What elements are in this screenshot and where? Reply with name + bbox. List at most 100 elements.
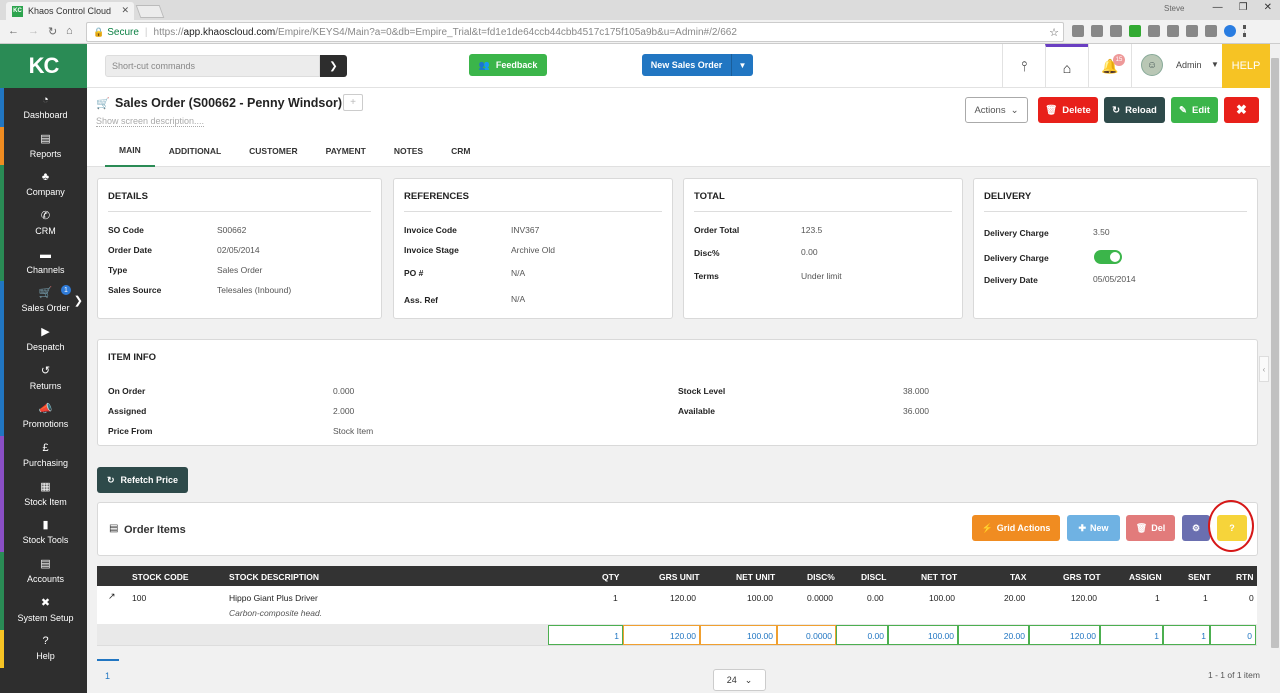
col-sent[interactable]: SENT xyxy=(1188,572,1211,582)
show-description-link[interactable]: Show screen description.... xyxy=(96,116,205,127)
col-net-unit[interactable]: NET UNIT xyxy=(736,572,775,582)
reload-button[interactable]: ↻ Reload xyxy=(1104,97,1165,123)
new-sales-order-button[interactable]: New Sales Order ▼ xyxy=(642,54,753,76)
col-tax[interactable]: TAX xyxy=(1010,572,1026,582)
cell-grs-tot: 120.00 xyxy=(1071,593,1097,603)
caret-down-icon[interactable]: ▼ xyxy=(1211,60,1219,69)
sidebar-item-help[interactable]: ? Help xyxy=(0,629,87,669)
delete-item-button[interactable]: 🗑 Del xyxy=(1126,515,1175,541)
sidebar-item-channels[interactable]: ▬ Channels xyxy=(0,242,87,282)
sidebar-item-system-setup[interactable]: ✖ System Setup xyxy=(0,590,87,630)
grid-settings-button[interactable]: ⚙ xyxy=(1182,515,1210,541)
secure-label: Secure xyxy=(107,26,139,38)
sidebar-item-purchasing[interactable]: £ Purchasing xyxy=(0,436,87,475)
total-tax: 20.00 xyxy=(958,625,1029,645)
browser-tab[interactable]: KC Khaos Control Cloud ✕ xyxy=(6,2,134,20)
notifications-icon[interactable]: 🔔 15 xyxy=(1088,44,1131,88)
restore-icon[interactable]: ❐ xyxy=(1239,2,1248,13)
pager-page-1[interactable]: 1 xyxy=(105,671,110,681)
chevron-down-icon[interactable]: ▼ xyxy=(731,54,753,76)
disc-value: 0.00 xyxy=(801,247,818,257)
help-button[interactable]: HELP xyxy=(1222,44,1270,88)
tab-payment[interactable]: PAYMENT xyxy=(312,135,380,167)
extension-icon[interactable] xyxy=(1110,25,1122,37)
forward-icon[interactable]: → xyxy=(28,25,39,37)
grid-header: STOCK CODE STOCK DESCRIPTION QTY GRS UNI… xyxy=(97,566,1257,586)
avatar[interactable]: ☺ xyxy=(1141,54,1163,76)
warehouse-icon[interactable]: ⌂ xyxy=(1045,44,1088,88)
extension-icon[interactable] xyxy=(1072,25,1084,37)
new-item-button[interactable]: ✚ New xyxy=(1067,515,1120,541)
back-icon[interactable]: ← xyxy=(8,25,19,37)
refresh-icon[interactable]: ↻ xyxy=(48,25,57,38)
scanner-icon[interactable]: ⫯ xyxy=(1002,44,1045,88)
pencil-icon: ✎ xyxy=(1179,104,1187,116)
sidebar-item-sales-order[interactable]: 🛒 Sales Order 1 ❯ xyxy=(0,281,87,321)
tab-notes[interactable]: NOTES xyxy=(380,135,437,167)
col-assign[interactable]: ASSIGN xyxy=(1129,572,1162,582)
bookmark-star-icon[interactable]: ☆ xyxy=(1049,26,1059,39)
side-panel-toggle[interactable]: ‹ xyxy=(1259,356,1269,382)
col-grs-unit[interactable]: GRS UNIT xyxy=(659,572,700,582)
add-favourite-button[interactable]: + xyxy=(343,94,363,111)
edit-button[interactable]: ✎ Edit xyxy=(1171,97,1218,123)
col-stock-description[interactable]: STOCK DESCRIPTION xyxy=(229,572,319,582)
extension-icon[interactable] xyxy=(1167,25,1179,37)
tab-crm[interactable]: CRM xyxy=(437,135,484,167)
col-rtn[interactable]: RTN xyxy=(1236,572,1253,582)
tab-customer[interactable]: CUSTOMER xyxy=(235,135,312,167)
sidebar-item-reports[interactable]: ▤ Reports xyxy=(0,126,87,166)
user-name-label[interactable]: Admin xyxy=(1176,60,1202,70)
grid-actions-button[interactable]: ⚡ Grid Actions xyxy=(972,515,1060,541)
kc-logo[interactable]: KC xyxy=(0,44,87,88)
new-tab-button[interactable] xyxy=(135,5,165,18)
sidebar-item-dashboard[interactable]: ◔ Dashboard xyxy=(0,88,87,127)
tab-additional[interactable]: ADDITIONAL xyxy=(155,135,235,167)
tab-main[interactable]: MAIN xyxy=(105,135,155,167)
sidebar-item-returns[interactable]: ↺ Returns xyxy=(0,358,87,398)
close-window-icon[interactable]: ✕ xyxy=(1264,2,1272,13)
close-button[interactable]: ✖ xyxy=(1224,97,1259,123)
help-icon: ? xyxy=(42,635,49,648)
crm-icon: ✆ xyxy=(40,209,51,222)
edit-row-icon[interactable]: ↗ xyxy=(108,591,116,602)
sidebar-item-crm[interactable]: ✆ CRM xyxy=(0,204,87,243)
col-discl[interactable]: DISCL xyxy=(861,572,887,582)
feedback-button[interactable]: 👥 Feedback xyxy=(469,54,547,76)
col-disc[interactable]: DISC% xyxy=(807,572,835,582)
col-grs-tot[interactable]: GRS TOT xyxy=(1063,572,1101,582)
page-size-select[interactable]: 24 ⌄ xyxy=(713,669,766,691)
chevron-right-icon[interactable]: ❯ xyxy=(74,294,83,307)
extension-icon[interactable] xyxy=(1205,25,1217,37)
sidebar-item-stock-tools[interactable]: ▮ Stock Tools xyxy=(0,513,87,553)
sidebar-item-despatch[interactable]: ▶ Despatch xyxy=(0,320,87,359)
extension-icon[interactable] xyxy=(1148,25,1160,37)
browser-profile-label[interactable]: Steve xyxy=(1164,4,1184,13)
sidebar-item-accounts[interactable]: ▤ Accounts xyxy=(0,552,87,591)
col-stock-code[interactable]: STOCK CODE xyxy=(132,572,189,582)
table-row[interactable]: ↗ 100 Hippo Giant Plus Driver Carbon-com… xyxy=(97,586,1257,624)
url-field[interactable]: 🔒 Secure | https:// app.khaoscloud.com /… xyxy=(86,22,1064,42)
extension-icon[interactable] xyxy=(1186,25,1198,37)
extension-icon[interactable] xyxy=(1224,25,1236,37)
scrollbar-thumb[interactable] xyxy=(1271,58,1279,648)
sidebar-item-company[interactable]: ♣ Company xyxy=(0,165,87,205)
delete-button[interactable]: 🗑 Delete xyxy=(1038,97,1098,123)
col-qty[interactable]: QTY xyxy=(602,572,619,582)
actions-dropdown[interactable]: Actions ⌄ xyxy=(965,97,1028,123)
purchasing-icon: £ xyxy=(42,442,49,455)
extension-icon[interactable] xyxy=(1091,25,1103,37)
extension-icon[interactable] xyxy=(1129,25,1141,37)
sidebar-item-promotions[interactable]: 📣 Promotions xyxy=(0,397,87,437)
refetch-price-button[interactable]: ↻ Refetch Price xyxy=(97,467,188,493)
shortcut-commands-input[interactable]: Short-cut commands xyxy=(105,55,320,77)
delivery-charge-toggle[interactable] xyxy=(1094,250,1122,264)
sidebar-item-stock-item[interactable]: ▦ Stock Item xyxy=(0,474,87,514)
page-scrollbar[interactable] xyxy=(1270,44,1280,693)
shortcut-go-button[interactable]: ❯ xyxy=(320,55,347,77)
col-net-tot[interactable]: NET TOT xyxy=(921,572,957,582)
browser-menu-icon[interactable] xyxy=(1243,25,1247,37)
home-icon[interactable]: ⌂ xyxy=(66,25,73,37)
minimize-icon[interactable]: — xyxy=(1213,2,1223,13)
close-tab-icon[interactable]: ✕ xyxy=(121,5,129,16)
